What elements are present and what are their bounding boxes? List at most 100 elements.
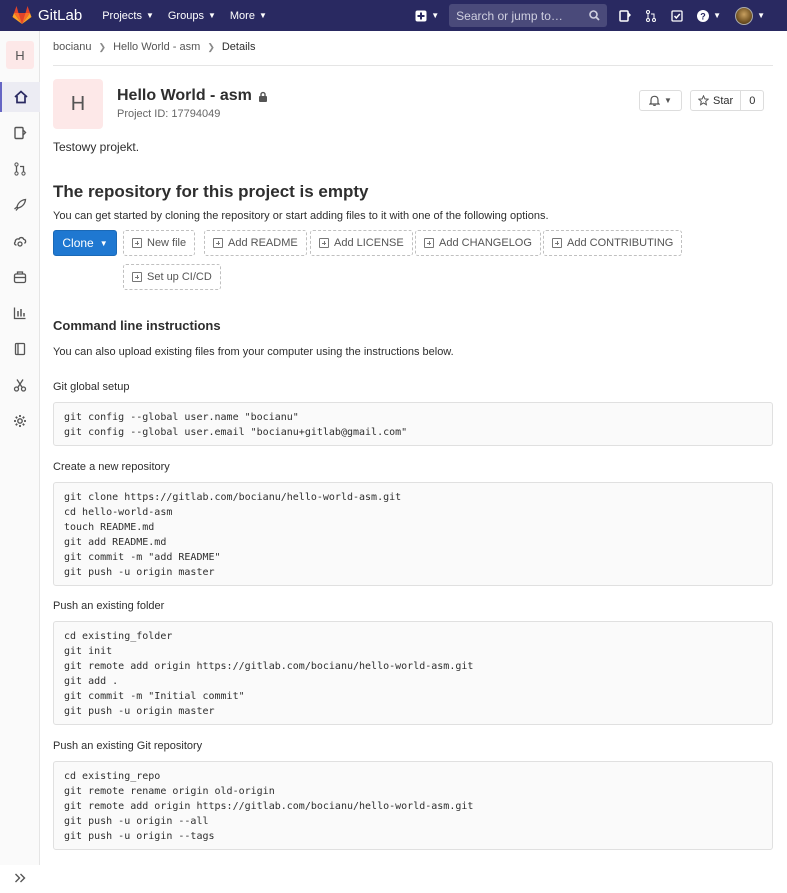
add-readme-button[interactable]: Add README	[204, 230, 307, 256]
gear-icon	[14, 415, 26, 427]
project-title: Hello World - asm	[117, 87, 268, 105]
setup-ci-cd-button[interactable]: Set up CI/CD	[123, 264, 221, 290]
code-line: cd existing_folder	[64, 631, 173, 642]
search-input[interactable]: Search or jump to…	[449, 4, 608, 27]
code-line: git config --global user.email "bocianu+…	[64, 427, 408, 438]
code-line: git add .	[64, 676, 119, 687]
plus-square-icon	[132, 272, 142, 282]
code-block-new-repository[interactable]: git clone https://gitlab.com/bocianu/hel…	[53, 482, 773, 586]
issues-nav-button[interactable]	[619, 9, 632, 22]
breadcrumb-user[interactable]: bocianu	[53, 41, 92, 53]
book-icon	[14, 342, 26, 356]
sidebar-item-snippets[interactable]	[0, 370, 40, 400]
project-avatar: H	[53, 79, 103, 129]
merge-request-icon	[14, 162, 26, 176]
code-block-existing-repo[interactable]: cd existing_repo git remote rename origi…	[53, 761, 773, 850]
divider	[53, 65, 773, 66]
plus-square-icon	[319, 238, 329, 248]
gitlab-logo[interactable]: GitLab	[12, 6, 82, 25]
projects-menu-label: Projects	[102, 9, 142, 22]
cli-instructions-subtitle: You can also upload existing files from …	[53, 346, 454, 358]
chevron-down-icon: ▼	[713, 11, 722, 20]
help-icon: ?	[697, 9, 710, 22]
more-menu[interactable]: More ▼	[230, 10, 267, 22]
sidebar-item-project-overview[interactable]	[0, 82, 40, 112]
plus-square-icon	[213, 238, 223, 248]
setup-ci-cd-label: Set up CI/CD	[147, 271, 212, 283]
svg-text:?: ?	[700, 11, 706, 21]
code-block-existing-folder[interactable]: cd existing_folder git init git remote a…	[53, 621, 773, 725]
breadcrumb-project[interactable]: Hello World - asm	[113, 41, 200, 53]
search-placeholder: Search or jump to…	[456, 8, 563, 23]
star-icon	[698, 95, 709, 106]
plus-square-icon	[132, 238, 142, 248]
groups-menu[interactable]: Groups ▼	[168, 10, 216, 22]
brand-name: GitLab	[38, 7, 83, 24]
code-line: git push -u origin --all	[64, 816, 209, 827]
merge-requests-nav-button[interactable]	[645, 9, 657, 22]
empty-repo-subtitle: You can get started by cloning the repos…	[53, 210, 549, 222]
collapse-sidebar-button[interactable]	[0, 863, 40, 893]
sidebar-item-packages[interactable]	[0, 262, 40, 292]
code-block-global-setup[interactable]: git config --global user.name "bocianu" …	[53, 402, 773, 446]
todos-nav-button[interactable]	[671, 9, 683, 22]
double-chevron-right-icon	[15, 873, 26, 883]
section-heading: Git global setup	[53, 381, 130, 393]
code-line: git remote add origin https://gitlab.com…	[64, 661, 474, 672]
add-contributing-label: Add CONTRIBUTING	[567, 237, 674, 249]
clone-button[interactable]: Clone ▼	[53, 230, 117, 256]
project-sidebar: H	[0, 31, 40, 883]
add-license-button[interactable]: Add LICENSE	[310, 230, 413, 256]
add-changelog-label: Add CHANGELOG	[439, 237, 532, 249]
cli-instructions-title: Command line instructions	[53, 318, 221, 333]
add-changelog-button[interactable]: Add CHANGELOG	[415, 230, 541, 256]
new-item-dropdown[interactable]: ▼	[415, 10, 439, 22]
star-button[interactable]: Star 0	[690, 90, 765, 111]
code-line: git commit -m "Initial commit"	[64, 691, 245, 702]
sidebar-item-wiki[interactable]	[0, 334, 40, 364]
chevron-down-icon: ▼	[258, 11, 267, 20]
chevron-down-icon: ▼	[145, 11, 154, 20]
notification-settings-button[interactable]: ▼	[639, 90, 682, 111]
plus-square-icon	[552, 238, 562, 248]
project-description: Testowy projekt.	[53, 140, 140, 154]
sidebar-item-operations[interactable]	[0, 226, 40, 256]
star-count[interactable]: 0	[741, 91, 763, 110]
chevron-right-icon: ❯	[98, 41, 107, 52]
user-avatar	[735, 6, 754, 25]
groups-menu-label: Groups	[167, 9, 204, 22]
todo-check-icon	[671, 9, 683, 22]
sidebar-item-analytics[interactable]	[0, 298, 40, 328]
code-line: git clone https://gitlab.com/bocianu/hel…	[64, 492, 402, 503]
help-dropdown[interactable]: ? ▼	[697, 9, 722, 22]
code-line: cd existing_repo	[64, 771, 161, 782]
star-toggle[interactable]: Star	[691, 91, 742, 110]
sidebar-project-avatar[interactable]: H	[6, 41, 34, 69]
plus-square-icon	[424, 238, 434, 248]
chevron-down-icon: ▼	[757, 11, 765, 20]
star-label: Star	[713, 94, 734, 107]
lock-icon	[258, 91, 267, 102]
breadcrumb: bocianu ❯ Hello World - asm ❯ Details	[53, 41, 255, 53]
rocket-icon	[14, 198, 27, 211]
empty-repo-title: The repository for this project is empty	[53, 182, 369, 201]
user-menu[interactable]: ▼	[735, 6, 765, 25]
merge-request-icon	[646, 9, 657, 22]
add-contributing-button[interactable]: Add CONTRIBUTING	[543, 230, 683, 256]
package-icon	[13, 271, 27, 284]
sidebar-item-settings[interactable]	[0, 406, 40, 436]
sidebar-item-merge-requests[interactable]	[0, 154, 40, 184]
sidebar-item-issues[interactable]	[0, 118, 40, 148]
new-file-button[interactable]: New file	[123, 230, 196, 256]
breadcrumb-current[interactable]: Details	[222, 41, 256, 53]
sidebar-item-ci-cd[interactable]	[0, 190, 40, 220]
clone-label: Clone	[62, 236, 94, 250]
code-line: git push -u origin --tags	[64, 831, 215, 842]
code-line: git remote add origin https://gitlab.com…	[64, 801, 474, 812]
home-icon	[14, 90, 28, 104]
projects-menu[interactable]: Projects ▼	[102, 10, 154, 22]
cloud-gear-icon	[13, 236, 27, 247]
section-heading: Push an existing folder	[53, 600, 165, 612]
issues-icon	[14, 126, 27, 140]
section-heading: Push an existing Git repository	[53, 740, 203, 752]
